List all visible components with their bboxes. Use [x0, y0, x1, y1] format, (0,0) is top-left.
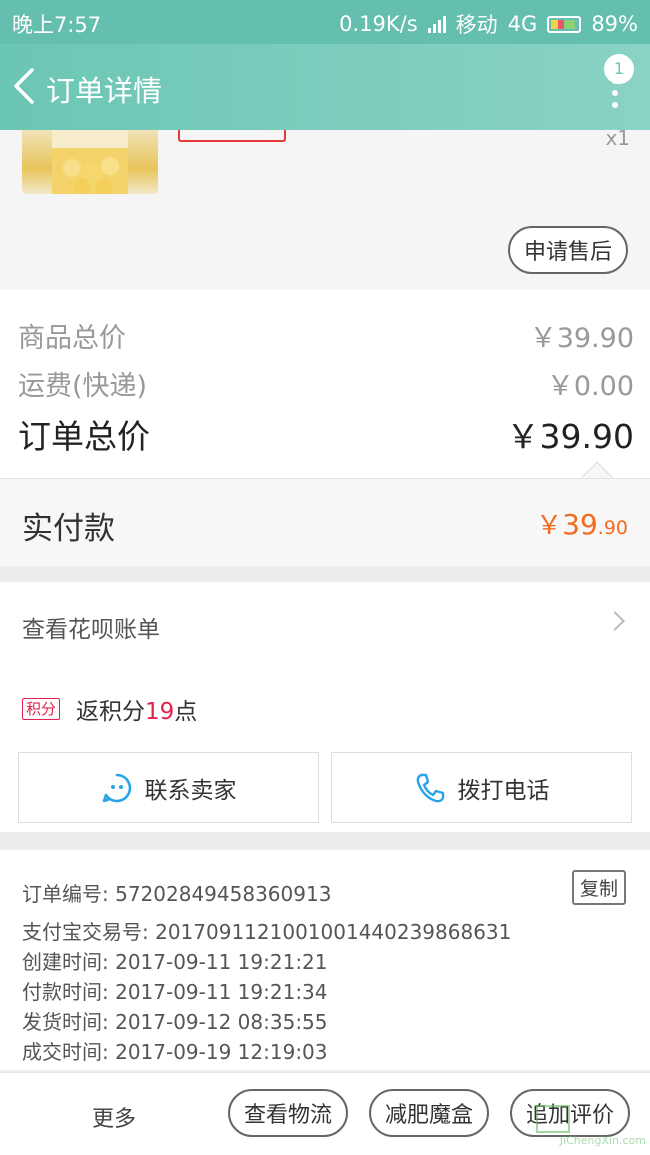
watermark: JiChengXin.com	[559, 1134, 646, 1147]
created-time: 创建时间: 2017-09-11 19:21:21	[22, 950, 328, 974]
status-time: 晚上7:57	[12, 13, 102, 37]
notification-badge: 1	[604, 54, 634, 84]
call-button[interactable]: 拨打电话	[331, 752, 632, 823]
points-text: 返积分19点	[76, 699, 198, 725]
extra-section: 查看花呗账单 积分 返积分19点 联系卖家 拨打电话	[0, 582, 650, 832]
order-total-value: ￥39.90	[506, 417, 634, 456]
view-logistics-button[interactable]: 查看物流	[228, 1089, 349, 1137]
points-tag: 积分	[22, 698, 61, 720]
shipped-time: 发货时间: 2017-09-12 08:35:55	[22, 1010, 328, 1034]
network-type: 4G	[507, 12, 538, 36]
back-arrow-icon[interactable]	[10, 66, 40, 106]
add-review-button[interactable]: 追加评价	[510, 1089, 631, 1137]
more-button[interactable]: 更多	[92, 1101, 136, 1133]
diet-box-button[interactable]: 减肥魔盒	[369, 1089, 490, 1137]
goods-total-value: ￥39.90	[529, 323, 634, 354]
status-right: 0.19K/s 移动 4G 89%	[339, 9, 638, 39]
order-total-row: 订单总价 ￥39.90	[18, 410, 634, 458]
product-image[interactable]	[22, 130, 158, 194]
nav-bar: 订单详情 1	[0, 44, 650, 130]
paid-time: 付款时间: 2017-09-11 19:21:34	[22, 980, 328, 1004]
action-bar: 更多 查看物流 减肥魔盒 追加评价 JiChengXin.com	[0, 1072, 650, 1155]
actual-paid: 实付款 ￥39.90	[0, 478, 650, 566]
actual-paid-amount: ￥39.90	[536, 508, 628, 541]
net-speed: 0.19K/s	[339, 12, 418, 36]
call-label: 拨打电话	[457, 777, 550, 804]
battery-icon	[547, 15, 582, 33]
shipping-row: 运费(快递) ￥0.00	[18, 364, 634, 403]
goods-total-label: 商品总价	[18, 323, 126, 354]
copy-button[interactable]: 复制	[571, 870, 626, 905]
battery-level: 89%	[591, 12, 638, 36]
order-total-label: 订单总价	[18, 417, 150, 456]
phone-icon	[416, 773, 444, 802]
completed-time: 成交时间: 2017-09-19 12:19:03	[22, 1040, 328, 1064]
status-bar: 晚上7:57 0.19K/s 移动 4G 89%	[0, 0, 650, 44]
carrier: 移动	[455, 13, 498, 37]
points-value: 19	[145, 699, 175, 725]
shipping-label: 运费(快递)	[18, 371, 148, 402]
page-title: 订单详情	[46, 74, 163, 108]
contact-seller-button[interactable]: 联系卖家	[18, 752, 319, 823]
price-summary: 商品总价 ￥39.90 运费(快递) ￥0.00 订单总价 ￥39.90	[0, 290, 650, 493]
order-number: 订单编号: 57202849458360913	[22, 882, 332, 906]
after-sale-button[interactable]: 申请售后	[507, 226, 628, 274]
shipping-value: ￥0.00	[546, 371, 634, 402]
huabei-bill-link[interactable]: 查看花呗账单	[22, 610, 160, 644]
contact-seller-label: 联系卖家	[144, 777, 237, 804]
chevron-right-icon[interactable]	[605, 611, 625, 631]
signal-icon	[427, 15, 446, 33]
actual-paid-label: 实付款	[22, 511, 115, 547]
goods-total-row: 商品总价 ￥39.90	[18, 316, 634, 355]
order-info: 订单编号: 57202849458360913 复制 支付宝交易号: 20170…	[0, 850, 650, 1070]
watermark-logo	[536, 1105, 570, 1133]
points-row: 积分 返积分19点	[22, 692, 197, 726]
product-item[interactable]: x1 申请售后	[0, 124, 650, 290]
chat-icon	[102, 773, 131, 802]
alipay-trade-number: 支付宝交易号: 2017091121001001440239868631	[22, 920, 512, 944]
